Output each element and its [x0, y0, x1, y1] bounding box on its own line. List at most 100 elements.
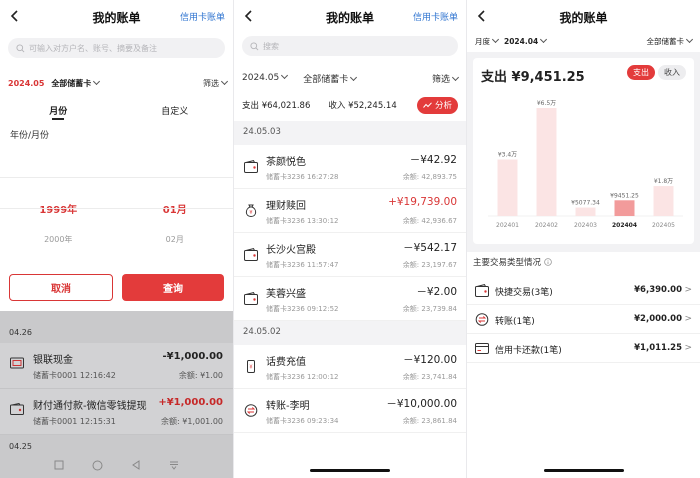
home-indicator[interactable] — [310, 469, 390, 472]
transaction-row[interactable]: 茶颜悦色 储蓄卡3236 16:27:28 －¥42.92 余额: 42,893.75 — [234, 145, 466, 189]
tx-balance: 余额: 23,197.67 — [402, 261, 457, 269]
chart-bar[interactable] — [536, 108, 557, 216]
category-row[interactable]: 快捷交易(3笔) ¥6,390.00 > — [467, 277, 700, 305]
picker-year-next[interactable]: 2000年 — [0, 234, 117, 245]
section-title-label: 主要交易类型情况 — [473, 258, 542, 268]
credit-card-icon — [475, 342, 489, 355]
home-indicator[interactable] — [543, 469, 624, 472]
hide-keyboard-icon[interactable] — [169, 460, 179, 470]
transaction-list: ¥ 话费充值 储蓄卡3236 12:00:12 －¥120.00 余额: 23,741.… — [234, 345, 466, 433]
chevron-down-icon — [685, 35, 694, 43]
spend-income-toggle: 支出 收入 — [627, 65, 686, 80]
back-arrow-icon[interactable] — [8, 8, 22, 24]
tx-amount: －¥42.92 — [409, 154, 457, 166]
tx-amount: －¥542.17 — [403, 242, 457, 254]
toggle-spend[interactable]: 支出 — [627, 65, 655, 80]
summary-bar: 支出 ¥64,021.86 收入 ¥52,245.14 分析 — [234, 94, 466, 116]
date-header: 04.26 — [9, 328, 32, 337]
transaction-row[interactable]: 长沙火宫殿 储蓄卡3236 11:57:47 －¥542.17 余额: 23,197.… — [234, 233, 466, 277]
picker-month-next[interactable]: 02月 — [117, 234, 234, 245]
trend-icon — [423, 101, 432, 108]
filter-button-label: 筛选 — [431, 74, 450, 85]
tx-amount: +¥19,739.00 — [388, 196, 457, 208]
account-selector-label: 全部储蓄卡 — [303, 74, 349, 85]
nav-bar: 我的账单 信用卡账单 — [234, 0, 466, 34]
tx-amount: －¥2.00 — [416, 286, 457, 298]
search-icon — [16, 43, 25, 52]
wallet-icon — [244, 248, 258, 261]
back-icon[interactable] — [131, 460, 141, 470]
bar-value-label: ¥1.8万 — [654, 178, 673, 185]
analyze-button[interactable]: 分析 — [416, 96, 458, 114]
account-selector[interactable]: 全部储蓄卡 — [647, 35, 694, 47]
search-input[interactable]: 搜索 — [242, 36, 458, 56]
transaction-row[interactable]: 转账-李明 储蓄卡3236 09:23:34 －¥10,000.00 余额: 23,8… — [234, 389, 466, 433]
credit-card-bill-link[interactable]: 信用卡账单 — [180, 10, 225, 23]
tx-name: 话费充值 — [266, 357, 306, 368]
date-header: 24.05.03 — [234, 121, 466, 145]
tx-name: 茶颜悦色 — [266, 157, 306, 168]
chevron-down-icon — [220, 77, 229, 85]
tx-balance: 余额: 42,893.75 — [402, 173, 457, 181]
recents-icon[interactable] — [54, 460, 64, 470]
list-item[interactable]: 财付通付款-微信零钱提现 储蓄卡0001 12:15:31 +¥1,000.00… — [0, 389, 233, 435]
list-item[interactable]: 银联现金 储蓄卡0001 12:16:42 -¥1,000.00 余额: ¥1.… — [0, 343, 233, 389]
tx-name: 转账-李明 — [266, 401, 310, 412]
page-title: 我的账单 — [325, 10, 374, 25]
tx-balance: 余额: 42,936.67 — [402, 217, 457, 225]
spend-card: 支出 ¥9,451.25 支出 收入 ¥3.4万 202401 ¥6.5万 20240… — [473, 58, 694, 244]
picker-divider — [0, 208, 233, 209]
month-selector[interactable]: 2024.05 — [242, 71, 289, 83]
money-bag-icon: ¥ — [244, 204, 258, 218]
bar-value-label: ¥3.4万 — [498, 152, 517, 159]
tx-balance: 余额: 23,741.84 — [402, 373, 457, 381]
filter-button[interactable]: 筛选 — [431, 72, 460, 85]
info-icon[interactable] — [544, 258, 552, 266]
cancel-button[interactable]: 取消 — [9, 274, 113, 301]
chart-bar[interactable] — [575, 207, 596, 216]
chart-bar[interactable] — [653, 186, 674, 216]
tx-sub: 储蓄卡3236 13:30:12 — [266, 217, 339, 225]
chevron-down-icon — [281, 71, 289, 80]
transaction-row[interactable]: ¥ 话费充值 储蓄卡3236 12:00:12 －¥120.00 余额: 23,741.… — [234, 345, 466, 389]
x-tick-label: 202402 — [535, 222, 558, 229]
account-selector[interactable]: 全部储蓄卡 — [51, 79, 91, 88]
chart-bar[interactable] — [614, 200, 635, 216]
tab-month[interactable]: 月份 — [0, 104, 117, 126]
svg-text:¥: ¥ — [249, 210, 252, 216]
category-amount: ¥1,011.25 — [634, 343, 682, 353]
atm-cash-icon — [10, 357, 24, 369]
filter-button[interactable]: 筛选 — [203, 79, 219, 88]
chevron-down-icon — [350, 73, 358, 81]
back-arrow-icon[interactable] — [242, 8, 256, 24]
x-tick-label: 202403 — [574, 222, 597, 229]
income-total: 收入 ¥52,245.14 — [328, 101, 397, 111]
bar-value-label: ¥6.5万 — [537, 100, 556, 107]
tx-sub: 储蓄卡3236 12:00:12 — [266, 373, 339, 381]
category-row[interactable]: 转账(1笔) ¥2,000.00 > — [467, 306, 700, 334]
query-button[interactable]: 查询 — [122, 274, 224, 301]
chart-bar[interactable] — [497, 159, 518, 216]
back-arrow-icon[interactable] — [475, 8, 489, 24]
transfer-icon — [475, 313, 489, 326]
picker-divider — [0, 177, 233, 178]
date-selector[interactable]: 2024.05 — [8, 79, 44, 88]
month-selector[interactable]: 2024.04 — [504, 35, 548, 46]
credit-card-bill-link[interactable]: 信用卡账单 — [413, 10, 458, 23]
month-label: 2024.04 — [504, 36, 539, 46]
transaction-row[interactable]: ¥ 理财赎回 储蓄卡3236 13:30:12 +¥19,739.00 余额: 42,9… — [234, 189, 466, 233]
chevron-right-icon: > — [684, 314, 692, 324]
tab-custom[interactable]: 自定义 — [117, 104, 234, 126]
picker-next-row[interactable]: 2000年 02月 — [0, 234, 233, 245]
tx-sub: 储蓄卡0001 12:15:31 — [33, 417, 116, 426]
transaction-row[interactable]: 芙蓉兴盛 储蓄卡3236 09:12:52 －¥2.00 余额: 23,739.84 — [234, 277, 466, 321]
screen-monthly-stats: 我的账单 月度 2024.04 全部储蓄卡 支出 ¥9,451.25 支出 收入… — [467, 0, 700, 478]
home-icon[interactable] — [92, 460, 103, 471]
account-selector[interactable]: 全部储蓄卡 — [303, 72, 358, 85]
toggle-income[interactable]: 收入 — [658, 65, 686, 80]
search-input[interactable]: 可输入对方户名、账号、摘要及备注 — [8, 38, 225, 58]
category-row[interactable]: 信用卡还款(1笔) ¥1,011.25 > — [467, 335, 700, 363]
period-selector[interactable]: 月度 — [475, 35, 500, 47]
category-amount: ¥6,390.00 — [634, 285, 682, 295]
tx-amount: －¥10,000.00 — [386, 398, 457, 410]
